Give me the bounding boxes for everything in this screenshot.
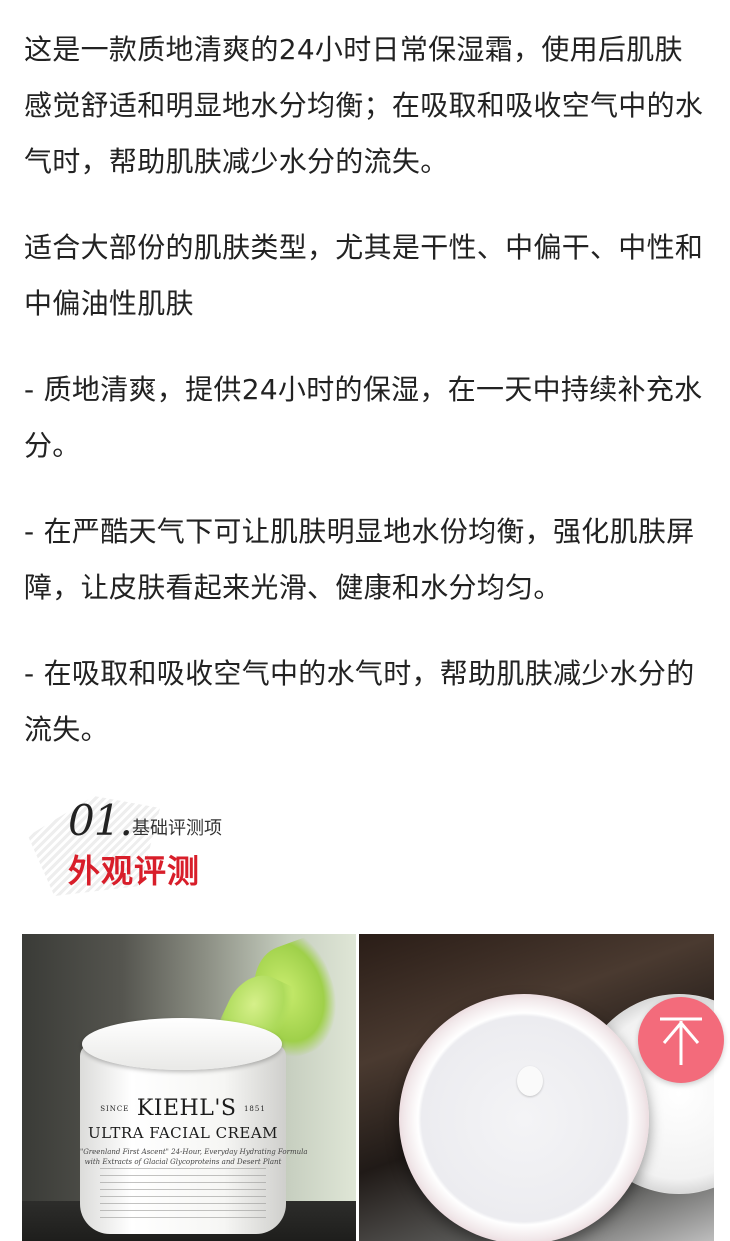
product-jar-photo: SINCE KIEHL'S 1851 ULTRA FACIAL CREAM "G… xyxy=(22,934,356,1241)
article-paragraph: - 质地清爽，提供24小时的保湿，在一天中持续补充水分。 xyxy=(24,373,703,462)
product-photos: SINCE KIEHL'S 1851 ULTRA FACIAL CREAM "G… xyxy=(22,934,714,1241)
jar-description: with Extracts of Glacial Glycoproteins a… xyxy=(84,1158,282,1166)
jar-product-name: ULTRA FACIAL CREAM xyxy=(87,1124,279,1142)
cream-dollop xyxy=(517,1066,543,1096)
jar-description: "Greenland First Ascent" 24-Hour, Everyd… xyxy=(80,1148,308,1156)
section-subtitle: 基础评测项 xyxy=(132,818,222,839)
open-jar xyxy=(399,994,649,1241)
article-paragraph: - 在吸取和吸收空气中的水气时，帮助肌肤减少水分的流失。 xyxy=(24,657,695,746)
back-to-top-button[interactable] xyxy=(638,997,724,1083)
open-jar-photo xyxy=(359,934,714,1241)
section-header: 01. 基础评测项 外观评测 xyxy=(28,790,348,910)
jar-brand: SINCE KIEHL'S 1851 xyxy=(100,1096,266,1121)
jar-lid xyxy=(82,1018,282,1070)
section-number: 01. xyxy=(68,796,133,845)
section-title: 外观评测 xyxy=(68,852,201,890)
article-paragraph: - 在严酷天气下可让肌肤明显地水份均衡，强化肌肤屏障，让皮肤看起来光滑、健康和水… xyxy=(24,515,695,604)
jar-fine-print xyxy=(100,1168,266,1220)
article-paragraph: 适合大部份的肌肤类型，尤其是干性、中偏干、中性和中偏油性肌肤 xyxy=(24,231,704,320)
arrow-up-icon xyxy=(660,1017,702,1065)
article-body: 这是一款质地清爽的24小时日常保湿霜，使用后肌肤感觉舒适和明显地水分均衡；在吸取… xyxy=(24,22,708,788)
article-paragraph: 这是一款质地清爽的24小时日常保湿霜，使用后肌肤感觉舒适和明显地水分均衡；在吸取… xyxy=(24,33,704,178)
jar-body: SINCE KIEHL'S 1851 ULTRA FACIAL CREAM "G… xyxy=(80,1044,308,1234)
